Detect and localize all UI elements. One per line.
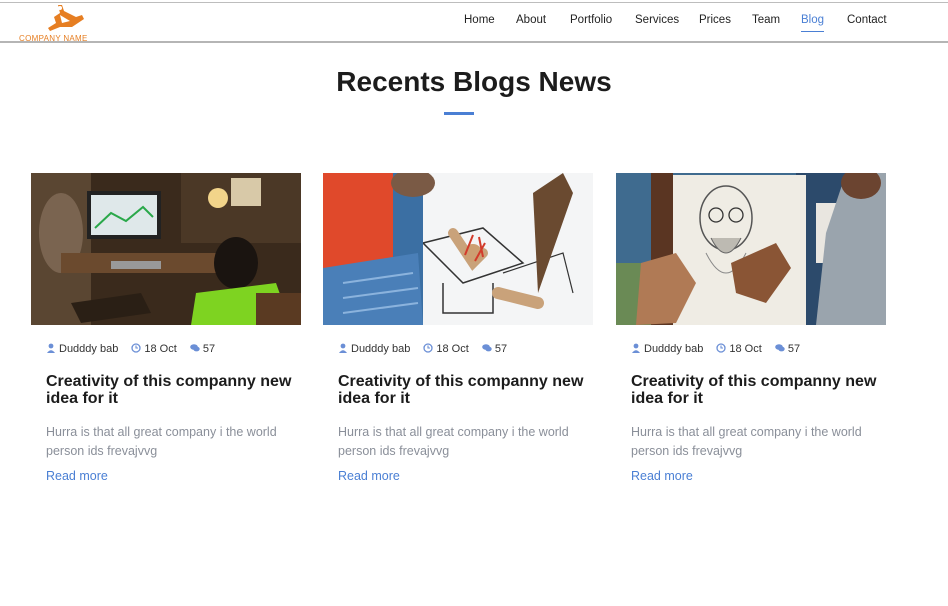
post-date: 18 Oct	[716, 343, 762, 355]
nav-about[interactable]: About	[516, 14, 546, 26]
blog-card: Dudddy bab 18 Oct 57 Creativity of this …	[31, 173, 301, 483]
blog-image-computer-desk[interactable]	[31, 173, 301, 325]
user-icon	[47, 343, 55, 353]
post-comments[interactable]: 57	[190, 343, 215, 355]
read-more-link[interactable]: Read more	[338, 469, 400, 483]
nav-contact[interactable]: Contact	[847, 14, 887, 26]
nav-team[interactable]: Team	[752, 14, 780, 26]
post-author[interactable]: Dudddy bab	[46, 343, 118, 355]
post-comments[interactable]: 57	[482, 343, 507, 355]
clock-icon	[423, 343, 434, 353]
nav-home[interactable]: Home	[464, 14, 495, 26]
nav-prices[interactable]: Prices	[699, 14, 731, 26]
section-title: Recents Blogs News	[336, 66, 612, 97]
blog-card: Dudddy bab 18 Oct 57 Creativity of this …	[616, 173, 886, 483]
clock-icon	[131, 343, 142, 353]
read-more-link[interactable]: Read more	[46, 469, 108, 483]
user-icon	[632, 343, 640, 353]
post-title[interactable]: Creativity of this companny new idea for…	[46, 373, 296, 407]
post-title[interactable]: Creativity of this companny new idea for…	[631, 373, 881, 407]
blog-image-architect-plans[interactable]	[323, 173, 593, 325]
post-date: 18 Oct	[131, 343, 177, 355]
blog-image-artist-sketch[interactable]	[616, 173, 886, 325]
post-meta: Dudddy bab 18 Oct 57	[46, 343, 225, 355]
post-excerpt: Hurra is that all great company i the wo…	[46, 425, 277, 458]
site-header: COMPANY NAME Home About Portfolio Servic…	[0, 3, 948, 43]
nav-blog[interactable]: Blog	[801, 14, 825, 32]
blog-card: Dudddy bab 18 Oct 57 Creativity of this …	[323, 173, 593, 483]
post-author[interactable]: Dudddy bab	[631, 343, 703, 355]
logo-text: COMPANY NAME	[19, 34, 88, 43]
comments-icon	[482, 344, 492, 352]
post-author[interactable]: Dudddy bab	[338, 343, 410, 355]
read-more-link[interactable]: Read more	[631, 469, 693, 483]
comments-icon	[190, 344, 200, 352]
post-meta: Dudddy bab 18 Oct 57	[338, 343, 517, 355]
comments-icon	[775, 344, 785, 352]
nav-services[interactable]: Services	[635, 14, 679, 26]
user-icon	[339, 343, 347, 353]
post-excerpt: Hurra is that all great company i the wo…	[631, 425, 862, 458]
post-excerpt: Hurra is that all great company i the wo…	[338, 425, 569, 458]
title-underline	[444, 112, 474, 115]
clock-icon	[716, 343, 727, 353]
nav-portfolio[interactable]: Portfolio	[570, 14, 612, 26]
post-meta: Dudddy bab 18 Oct 57	[631, 343, 810, 355]
post-comments[interactable]: 57	[775, 343, 800, 355]
post-title[interactable]: Creativity of this companny new idea for…	[338, 373, 588, 407]
main-nav: Home About Portfolio Services Prices Tea…	[0, 14, 948, 34]
post-date: 18 Oct	[423, 343, 469, 355]
